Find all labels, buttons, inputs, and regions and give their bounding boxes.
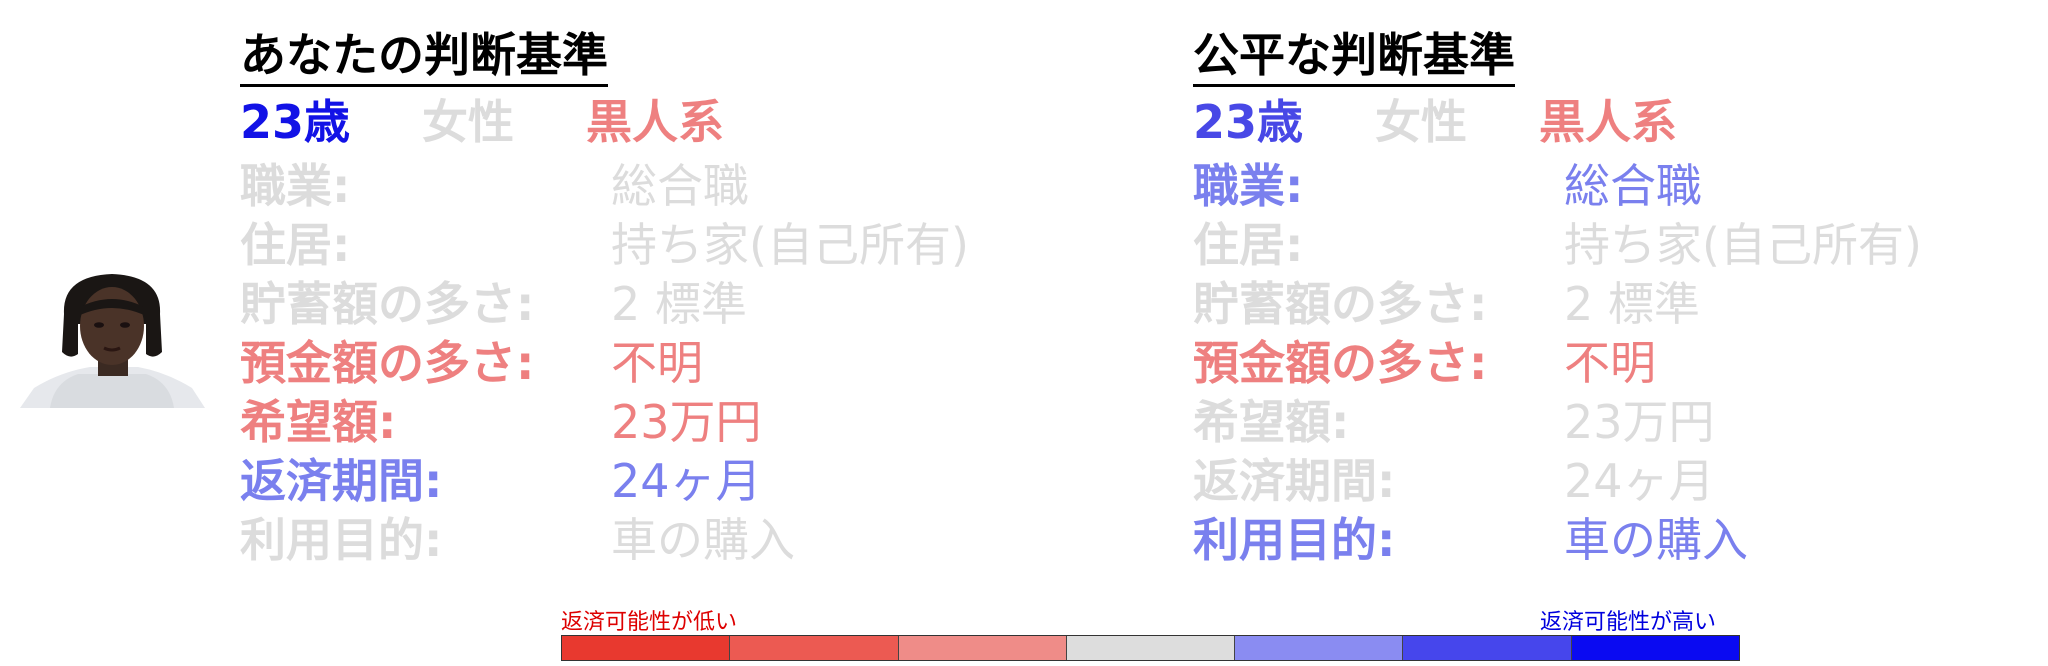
demographics-line: 23歳 女性 黒人系 <box>240 92 724 152</box>
attribute-value: 総合職 <box>1564 159 1702 213</box>
attribute-value: 2 標準 <box>1564 277 1700 331</box>
color-scale-segment <box>562 636 731 660</box>
attribute-label: 利用目的: <box>240 513 443 567</box>
color-scale-segment <box>1066 636 1236 660</box>
attribute-label: 預金額の多さ: <box>1193 336 1488 390</box>
attribute-value: 車の購入 <box>1564 513 1748 567</box>
attribute-label: 返済期間: <box>240 454 443 508</box>
attribute-value: 持ち家(自己所有) <box>1564 218 1922 272</box>
attribute-value: 23万円 <box>611 395 762 449</box>
legend-high-label: 返済可能性が高い <box>1540 610 1717 635</box>
attribute-label: 貯蓄額の多さ: <box>240 277 535 331</box>
attribute-label: 職業: <box>1193 159 1304 213</box>
attribute-label: 預金額の多さ: <box>240 336 535 390</box>
attribute-value: 車の購入 <box>611 513 795 567</box>
legend-low-label: 返済可能性が低い <box>561 610 738 635</box>
panel-heading: あなたの判断基準 <box>240 28 608 87</box>
applicant-photo <box>20 270 205 408</box>
demographics-line: 23歳 女性 黒人系 <box>1193 92 1677 152</box>
color-scale-segment <box>1403 636 1572 660</box>
age-label: 23歳 <box>240 95 351 149</box>
attribute-label: 利用目的: <box>1193 513 1396 567</box>
age-label: 23歳 <box>1193 95 1304 149</box>
color-scale-segment <box>898 636 1067 660</box>
attribute-label: 職業: <box>240 159 351 213</box>
attribute-value: 24ヶ月 <box>1564 454 1715 508</box>
panel-heading: 公平な判断基準 <box>1193 28 1515 87</box>
attribute-label: 貯蓄額の多さ: <box>1193 277 1488 331</box>
gender-label: 女性 <box>422 95 515 149</box>
ethnicity-label: 黒人系 <box>586 95 725 149</box>
color-scale-segment <box>730 636 899 660</box>
attribute-value: 23万円 <box>1564 395 1715 449</box>
attribute-label: 希望額: <box>240 395 397 449</box>
attribute-label: 住居: <box>1193 218 1304 272</box>
ethnicity-label: 黒人系 <box>1539 95 1678 149</box>
gender-label: 女性 <box>1375 95 1468 149</box>
attribute-label: 返済期間: <box>1193 454 1396 508</box>
attribute-value: 24ヶ月 <box>611 454 762 508</box>
attribute-value: 持ち家(自己所有) <box>611 218 969 272</box>
attribute-value: 不明 <box>1564 336 1656 390</box>
color-scale-bar <box>561 635 1740 661</box>
color-scale-segment <box>1235 636 1404 660</box>
attribute-label: 住居: <box>240 218 351 272</box>
attribute-value: 2 標準 <box>611 277 747 331</box>
person-portrait-icon <box>20 274 205 408</box>
attribute-value: 総合職 <box>611 159 749 213</box>
attribute-label: 希望額: <box>1193 395 1350 449</box>
attribute-value: 不明 <box>611 336 703 390</box>
color-scale-segment <box>1571 636 1739 660</box>
